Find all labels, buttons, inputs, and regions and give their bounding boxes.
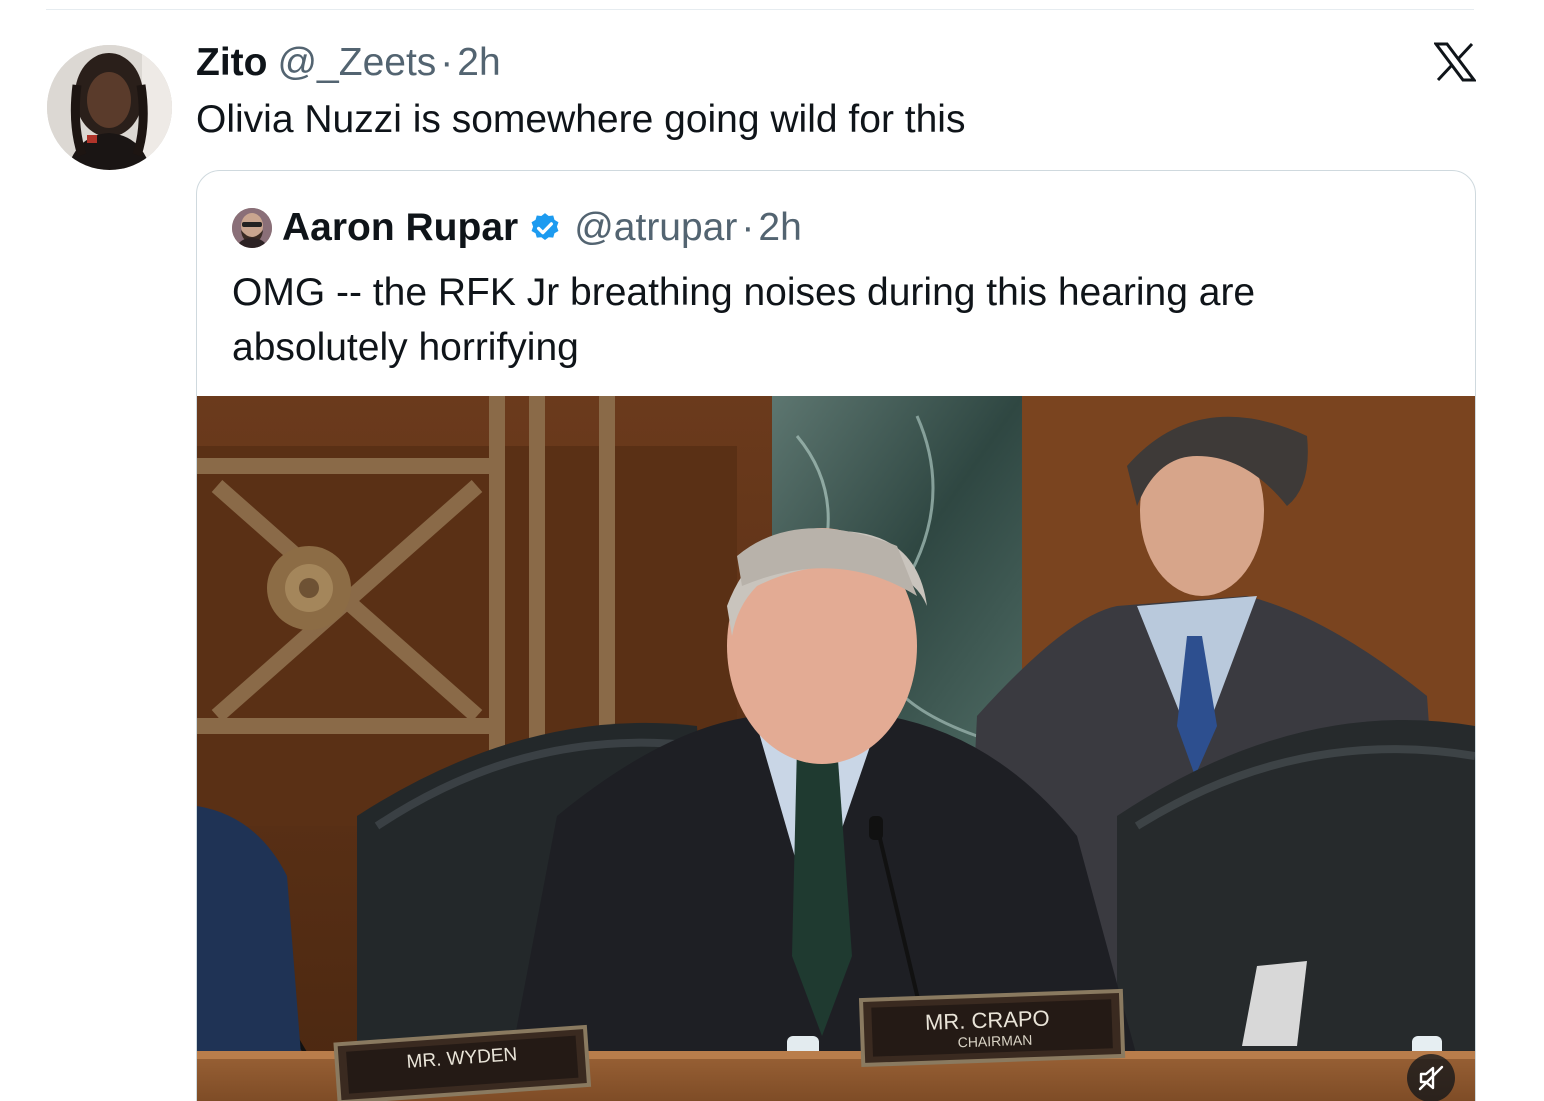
tweet-screenshot: Zito @_Zeets · 2h Olivia Nuzzi is somewh… (0, 0, 1544, 1101)
author-avatar-image (47, 45, 172, 170)
tweet-header: Zito @_Zeets · 2h (196, 40, 501, 86)
separator-dot: · (440, 41, 454, 84)
video-frame (197, 396, 1475, 1101)
mute-toggle-button[interactable] (1407, 1054, 1455, 1101)
quoted-tweet-card[interactable]: Aaron Rupar @atrupar · 2h OMG -- the RFK… (196, 170, 1476, 1101)
author-handle[interactable]: @_Zeets (277, 40, 436, 86)
author-avatar[interactable] (47, 45, 172, 170)
x-logo-icon[interactable] (1433, 42, 1477, 82)
post-time[interactable]: 2h (457, 40, 500, 86)
quoted-author-name[interactable]: Aaron Rupar (282, 206, 518, 250)
quoted-author-handle[interactable]: @atrupar (574, 206, 737, 250)
tweet-text: Olivia Nuzzi is somewhere going wild for… (196, 98, 966, 141)
author-name[interactable]: Zito (196, 40, 267, 86)
quoted-tweet-text: OMG -- the RFK Jr breathing noises durin… (232, 271, 1256, 369)
sound-off-icon (1418, 1065, 1444, 1091)
video-player[interactable]: MR. CRAPO CHAIRMAN MR. WYDEN (197, 396, 1475, 1101)
verified-badge-icon (531, 213, 559, 241)
quoted-tweet-header: Aaron Rupar @atrupar · 2h (232, 203, 802, 253)
quoted-author-avatar[interactable] (232, 208, 272, 248)
quoted-separator-dot: · (741, 206, 755, 249)
top-divider (46, 9, 1474, 10)
quoted-post-time[interactable]: 2h (758, 206, 801, 250)
